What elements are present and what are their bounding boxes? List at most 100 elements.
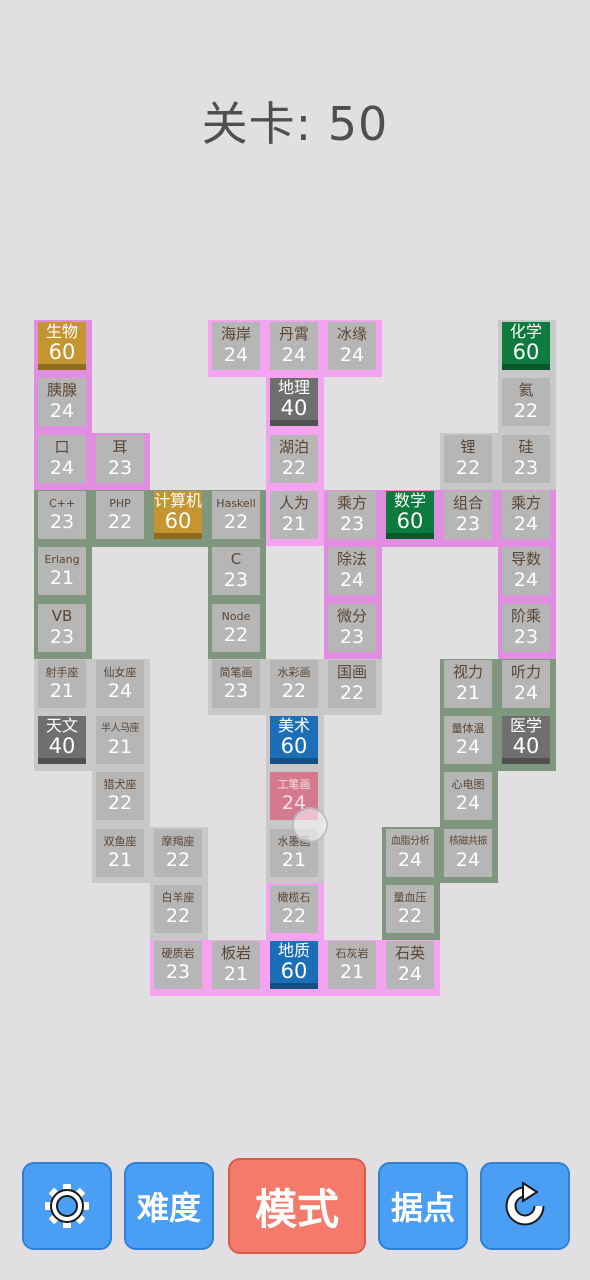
stronghold-button[interactable]: 据点 bbox=[378, 1162, 468, 1250]
subject-tile[interactable]: 生物 60 bbox=[38, 322, 86, 370]
word-tile[interactable]: 橄榄石 22 bbox=[270, 885, 318, 933]
tile-name: 双鱼座 bbox=[103, 835, 137, 848]
tile-value: 24 bbox=[281, 344, 307, 366]
word-tile[interactable]: 氦 22 bbox=[502, 378, 550, 426]
word-tile[interactable]: 胰腺 24 bbox=[38, 378, 86, 426]
word-tile[interactable]: 双鱼座 21 bbox=[96, 829, 144, 877]
tile-name: 耳 bbox=[112, 438, 128, 456]
word-tile[interactable]: 冰缘 24 bbox=[328, 322, 376, 370]
word-tile[interactable]: 半人马座 21 bbox=[96, 716, 144, 764]
word-tile[interactable]: 口 24 bbox=[38, 435, 86, 483]
tile-value: 60 bbox=[512, 339, 540, 364]
subject-tile[interactable]: 地质 60 bbox=[270, 941, 318, 989]
word-tile[interactable]: 硅 23 bbox=[502, 435, 550, 483]
word-tile[interactable]: 导数 24 bbox=[502, 547, 550, 595]
word-tile[interactable]: 组合 23 bbox=[444, 491, 492, 539]
word-tile[interactable]: 白羊座 22 bbox=[154, 885, 202, 933]
tile-value: 60 bbox=[164, 508, 192, 533]
tile-name: 乘方 bbox=[336, 494, 367, 512]
word-tile[interactable]: 除法 24 bbox=[328, 547, 376, 595]
word-tile[interactable]: C++ 23 bbox=[38, 491, 86, 539]
tile-value: 24 bbox=[339, 344, 365, 366]
tile-name: 微分 bbox=[336, 607, 367, 625]
tile-value: 24 bbox=[49, 400, 75, 422]
word-tile[interactable]: 石英 24 bbox=[386, 941, 434, 989]
game-board: 生物 60 海岸 24 丹霄 24 冰缘 24 化学 60 胰腺 24 地理 40 氦 22 口 24 耳 23 湖泊 2… bbox=[0, 0, 590, 1280]
word-tile[interactable]: 乘方 24 bbox=[502, 491, 550, 539]
tile-name: 量血压 bbox=[393, 891, 427, 904]
tile-name: 乘方 bbox=[510, 494, 541, 512]
word-tile[interactable]: 耳 23 bbox=[96, 435, 144, 483]
tile-name: 天文 bbox=[45, 715, 78, 735]
stronghold-button-label: 据点 bbox=[390, 1189, 455, 1227]
tile-value: 22 bbox=[339, 682, 365, 704]
tile-value: 24 bbox=[107, 680, 133, 702]
word-tile[interactable]: 量血压 22 bbox=[386, 885, 434, 933]
subject-tile[interactable]: 化学 60 bbox=[502, 322, 550, 370]
tile-name: 国画 bbox=[336, 663, 367, 681]
tile-value: 21 bbox=[339, 961, 365, 983]
subject-tile[interactable]: 医学 40 bbox=[502, 716, 550, 764]
word-tile[interactable]: 心电图 24 bbox=[444, 772, 492, 820]
word-tile[interactable]: 锂 22 bbox=[444, 435, 492, 483]
tile-name: 锂 bbox=[460, 438, 476, 456]
word-tile[interactable]: VB 23 bbox=[38, 604, 86, 652]
tile-value: 40 bbox=[48, 733, 76, 758]
word-tile[interactable]: 仙女座 24 bbox=[96, 660, 144, 708]
tile-name: 心电图 bbox=[451, 778, 485, 791]
tile-name: 氦 bbox=[518, 381, 534, 399]
tile-value: 24 bbox=[49, 457, 75, 479]
word-tile[interactable]: Erlang 21 bbox=[38, 547, 86, 595]
tile-name: 医学 bbox=[509, 715, 542, 735]
mode-button[interactable]: 模式 bbox=[228, 1158, 366, 1254]
subject-tile[interactable]: 计算机 60 bbox=[154, 491, 202, 539]
settings-button[interactable] bbox=[22, 1162, 112, 1250]
word-tile[interactable]: 湖泊 22 bbox=[270, 435, 318, 483]
word-tile[interactable]: 阶乘 23 bbox=[502, 604, 550, 652]
word-tile[interactable]: 血脂分析 24 bbox=[386, 829, 434, 877]
word-tile[interactable]: 微分 23 bbox=[328, 604, 376, 652]
subject-tile[interactable]: 数学 60 bbox=[386, 491, 434, 539]
word-tile[interactable]: 板岩 21 bbox=[212, 941, 260, 989]
subject-tile[interactable]: 地理 40 bbox=[270, 378, 318, 426]
tile-name: 地理 bbox=[277, 377, 310, 397]
word-tile[interactable]: 硬质岩 23 bbox=[154, 941, 202, 989]
word-tile[interactable]: 核磁共振 24 bbox=[444, 829, 492, 877]
word-tile[interactable]: 射手座 21 bbox=[38, 660, 86, 708]
word-tile[interactable]: 视力 21 bbox=[444, 660, 492, 708]
tile-name: 血脂分析 bbox=[391, 835, 430, 847]
word-tile[interactable]: 石灰岩 21 bbox=[328, 941, 376, 989]
word-tile[interactable]: 国画 22 bbox=[328, 660, 376, 708]
word-tile[interactable]: 听力 24 bbox=[502, 660, 550, 708]
subject-tile[interactable]: 天文 40 bbox=[38, 716, 86, 764]
word-tile[interactable]: 丹霄 24 bbox=[270, 322, 318, 370]
tile-value: 24 bbox=[455, 792, 481, 814]
tile-value: 23 bbox=[107, 457, 133, 479]
tile-value: 22 bbox=[281, 680, 307, 702]
word-tile[interactable]: 水彩画 22 bbox=[270, 660, 318, 708]
word-tile[interactable]: Haskell 22 bbox=[212, 491, 260, 539]
tile-value: 22 bbox=[107, 792, 133, 814]
restart-button[interactable] bbox=[480, 1162, 570, 1250]
tile-name: Haskell bbox=[216, 497, 256, 510]
tile-value: 22 bbox=[107, 511, 133, 533]
word-tile[interactable]: 简笔画 23 bbox=[212, 660, 260, 708]
subject-tile[interactable]: 美术 60 bbox=[270, 716, 318, 764]
word-tile[interactable]: 人为 21 bbox=[270, 491, 318, 539]
tile-value: 60 bbox=[280, 958, 308, 983]
word-tile[interactable]: 量体温 24 bbox=[444, 716, 492, 764]
word-tile[interactable]: C 23 bbox=[212, 547, 260, 595]
word-tile[interactable]: 摩羯座 22 bbox=[154, 829, 202, 877]
word-tile[interactable]: 猎犬座 22 bbox=[96, 772, 144, 820]
word-tile[interactable]: Node 22 bbox=[212, 604, 260, 652]
word-tile[interactable]: PHP 22 bbox=[96, 491, 144, 539]
tile-value: 23 bbox=[339, 513, 365, 535]
tile-name: 美术 bbox=[277, 715, 310, 735]
tile-name: 量体温 bbox=[451, 722, 485, 735]
difficulty-button[interactable]: 难度 bbox=[124, 1162, 214, 1250]
word-tile[interactable]: 海岸 24 bbox=[212, 322, 260, 370]
word-tile[interactable]: 乘方 23 bbox=[328, 491, 376, 539]
tile-value: 22 bbox=[281, 905, 307, 927]
tile-name: 组合 bbox=[452, 494, 483, 512]
tile-name: 半人马座 bbox=[101, 722, 140, 734]
